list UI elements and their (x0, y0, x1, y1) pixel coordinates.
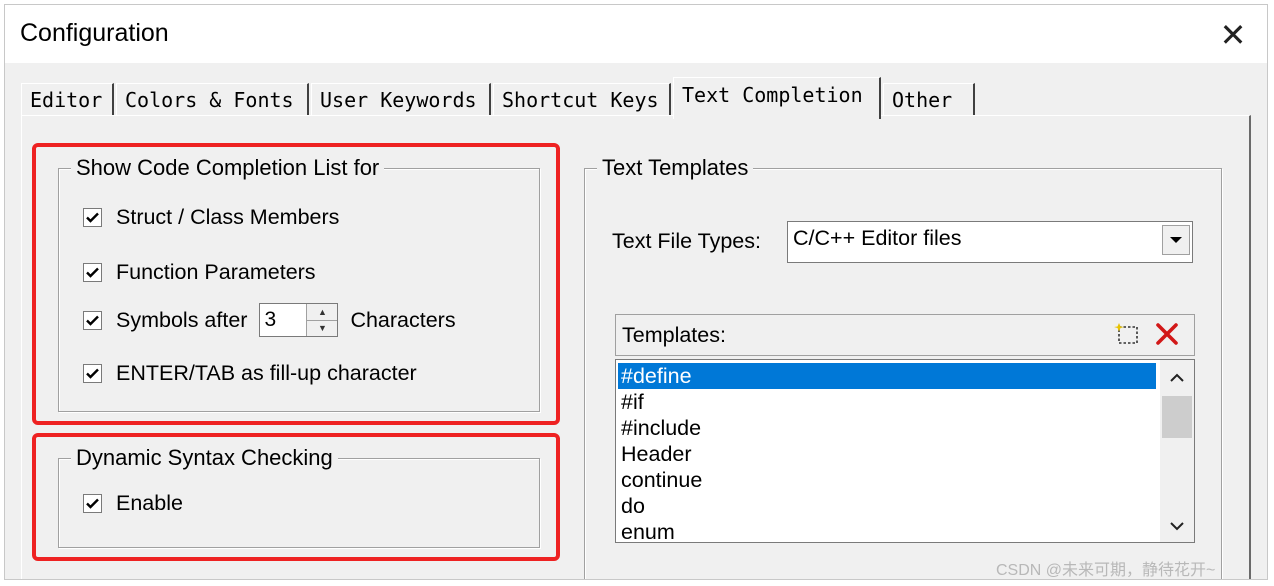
list-item[interactable]: continue (618, 467, 702, 493)
tab-colors-fonts[interactable]: Colors & Fonts (116, 83, 309, 116)
new-template-icon[interactable] (1110, 318, 1144, 350)
close-icon[interactable]: ✕ (1215, 17, 1251, 53)
file-types-label: Text File Types: (612, 229, 761, 253)
tab-user-keywords[interactable]: User Keywords (311, 83, 491, 116)
text-templates-legend: Text Templates (597, 155, 754, 181)
chevron-down-icon[interactable] (1162, 225, 1190, 255)
dialog-title: Configuration (20, 19, 169, 47)
file-types-value: C/C++ Editor files (793, 226, 962, 250)
list-item[interactable]: enum (618, 519, 675, 542)
templates-header: Templates: (615, 314, 1195, 356)
tab-other[interactable]: Other (883, 83, 975, 116)
templates-list[interactable]: #define #if #include Header continue do … (615, 359, 1195, 543)
tab-panel-text-completion: Show Code Completion List for Struct / C… (21, 115, 1251, 579)
list-item[interactable]: #define (618, 363, 1156, 389)
templates-scrollbar[interactable] (1160, 360, 1194, 542)
highlight-box-completion (32, 143, 560, 425)
highlight-box-syntax (32, 433, 560, 561)
list-item[interactable]: do (618, 493, 645, 519)
tab-text-completion[interactable]: Text Completion (673, 77, 881, 119)
file-types-select[interactable]: C/C++ Editor files (787, 221, 1193, 263)
configuration-dialog: Configuration ✕ Editor Colors & Fonts Us… (4, 4, 1268, 580)
chevron-up-icon[interactable] (1160, 364, 1194, 392)
title-bar: Configuration ✕ (5, 5, 1267, 63)
tab-strip: Editor Colors & Fonts User Keywords Shor… (5, 63, 1267, 119)
text-templates-group: Text Templates Text File Types: C/C++ Ed… (584, 155, 1222, 579)
tab-shortcut-keys[interactable]: Shortcut Keys (493, 83, 671, 116)
list-item[interactable]: #include (618, 415, 701, 441)
chevron-down-icon[interactable] (1160, 512, 1194, 540)
watermark: CSDN @未来可期，静待花开~ (996, 562, 1216, 579)
scrollbar-thumb[interactable] (1162, 396, 1192, 438)
delete-icon[interactable] (1150, 318, 1184, 350)
list-item[interactable]: #if (618, 389, 644, 415)
templates-label: Templates: (622, 323, 726, 347)
tab-editor[interactable]: Editor (21, 83, 114, 116)
list-item[interactable]: Header (618, 441, 692, 467)
